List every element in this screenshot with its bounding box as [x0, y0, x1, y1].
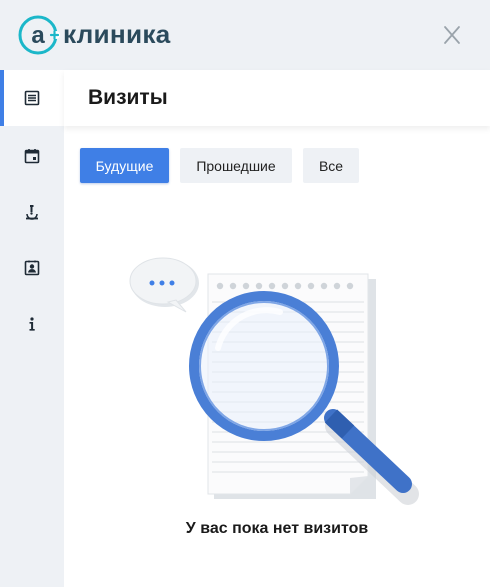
app-logo[interactable]: a клиника [18, 14, 170, 56]
sidebar-item-analyses[interactable] [0, 184, 64, 240]
document-list-icon [24, 90, 40, 106]
close-button[interactable] [440, 24, 464, 46]
sidebar-item-contacts[interactable] [0, 240, 64, 296]
visit-tabs: Будущие Прошедшие Все [80, 148, 359, 183]
tab-past[interactable]: Прошедшие [180, 148, 292, 183]
tab-all[interactable]: Все [303, 148, 359, 183]
logo-mark-icon: a [18, 15, 60, 55]
tab-future[interactable]: Будущие [80, 148, 169, 183]
sidebar-item-info[interactable] [0, 296, 64, 352]
app-header: a клиника [0, 0, 490, 70]
calendar-icon [24, 149, 40, 164]
sidebar-item-visits[interactable] [0, 70, 64, 126]
logo-text: клиника [63, 20, 171, 49]
contact-card-icon [24, 260, 40, 276]
microscope-icon [26, 205, 38, 220]
title-bar: Визиты [64, 70, 490, 126]
empty-state-illustration [129, 257, 419, 505]
empty-state-message: У вас пока нет визитов [185, 520, 369, 537]
sidebar [0, 70, 64, 587]
main-content: Визиты Будущие Прошедшие Все У вас пока … [64, 70, 490, 587]
info-icon [29, 317, 35, 331]
sidebar-item-calendar[interactable] [0, 128, 64, 184]
page-title: Визиты [88, 86, 168, 109]
svg-text:a: a [31, 22, 45, 49]
close-icon [444, 26, 460, 44]
speech-bubble-icon [129, 257, 199, 313]
